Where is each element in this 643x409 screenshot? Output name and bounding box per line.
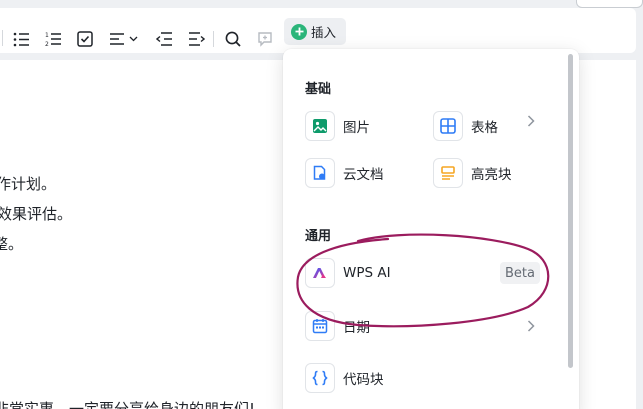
wps-ai-icon bbox=[305, 258, 335, 288]
numbered-list-icon[interactable]: 12 bbox=[43, 28, 63, 50]
bullet-list-icon[interactable] bbox=[11, 28, 31, 50]
search-icon[interactable] bbox=[223, 28, 243, 50]
top-right-panel bbox=[576, 0, 643, 8]
svg-text:2: 2 bbox=[45, 41, 49, 47]
menu-scrollbar[interactable] bbox=[566, 50, 574, 409]
outdent-icon[interactable] bbox=[154, 28, 174, 50]
image-icon bbox=[305, 111, 335, 141]
menu-item-label: WPS AI bbox=[343, 265, 391, 281]
menu-item-label: 日期 bbox=[343, 320, 370, 336]
menu-item-highlight-block[interactable]: 高亮块 bbox=[433, 155, 512, 191]
toolbar-divider bbox=[2, 30, 3, 46]
menu-item-table[interactable]: 表格 bbox=[433, 108, 498, 144]
menu-item-label: 图片 bbox=[343, 120, 370, 136]
menu-item-label: 云文档 bbox=[343, 167, 384, 183]
menu-item-label: 表格 bbox=[471, 120, 498, 136]
chevron-right-icon bbox=[527, 320, 535, 336]
svg-text:1: 1 bbox=[45, 32, 49, 39]
insert-button-label: 插入 bbox=[311, 25, 337, 40]
calendar-icon bbox=[305, 311, 335, 341]
beta-badge: Beta bbox=[500, 262, 540, 284]
comment-icon[interactable] bbox=[255, 28, 275, 50]
toolbar-divider bbox=[213, 31, 214, 47]
text-line[interactable]: 作计划。 bbox=[0, 173, 56, 194]
menu-item-date[interactable]: 日期 bbox=[305, 308, 370, 344]
indent-icon[interactable] bbox=[186, 28, 206, 50]
menu-item-wps-ai[interactable]: WPS AI bbox=[305, 255, 391, 291]
menu-item-code-block[interactable]: 代码块 bbox=[305, 360, 384, 396]
checkbox-icon[interactable] bbox=[75, 28, 95, 50]
scrollbar-thumb[interactable] bbox=[568, 54, 573, 368]
insert-button[interactable]: 插入 bbox=[284, 18, 346, 45]
menu-item-cloud-doc[interactable]: 云文档 bbox=[305, 155, 384, 191]
chevron-down-icon[interactable] bbox=[127, 28, 139, 50]
menu-item-label: 高亮块 bbox=[471, 167, 512, 183]
align-icon[interactable] bbox=[107, 28, 127, 50]
insert-menu: 基础 图片 表格 云文档 高亮块 通用 WPS AI Beta 日期 代码块 bbox=[283, 49, 579, 409]
menu-item-label: 代码块 bbox=[343, 372, 384, 388]
text-line[interactable]: 整。 bbox=[0, 233, 23, 254]
text-line[interactable]: 效果评估。 bbox=[0, 203, 72, 224]
section-title-basic: 基础 bbox=[305, 82, 332, 97]
highlight-block-icon bbox=[433, 158, 463, 188]
chevron-right-icon bbox=[527, 115, 535, 131]
text-line[interactable]: 非常实惠，一定要分享给身边的朋友们! bbox=[0, 398, 255, 409]
table-icon bbox=[433, 111, 463, 141]
cloud-doc-icon bbox=[305, 158, 335, 188]
plus-icon bbox=[291, 23, 307, 40]
section-title-general: 通用 bbox=[305, 229, 332, 244]
menu-item-image[interactable]: 图片 bbox=[305, 108, 370, 144]
code-block-icon bbox=[305, 363, 335, 393]
